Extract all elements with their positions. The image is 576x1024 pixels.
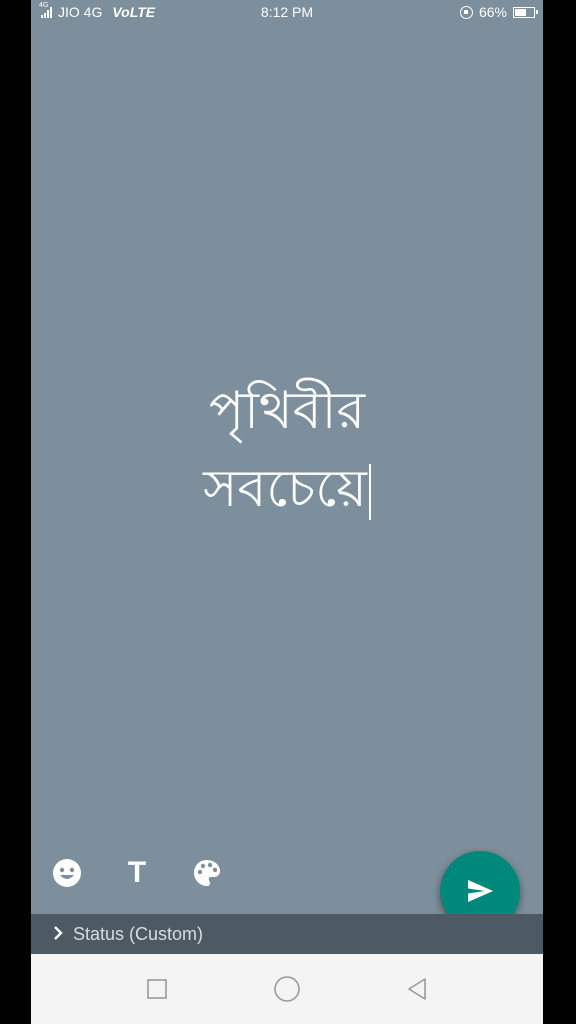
text-line-2: সবচেয়ে xyxy=(31,450,543,528)
chevron-right-icon xyxy=(53,924,63,945)
composer-toolbar: T xyxy=(49,855,225,891)
back-icon[interactable] xyxy=(402,974,432,1004)
text-cursor xyxy=(368,464,371,520)
status-composer-screen: 4G JIO 4G VoLTE 8:12 PM 66% পৃথিবীর সবচে… xyxy=(31,0,543,1024)
battery-percent: 66% xyxy=(478,4,507,20)
send-icon xyxy=(468,880,493,902)
system-status-bar: 4G JIO 4G VoLTE 8:12 PM 66% xyxy=(31,0,543,24)
recents-icon[interactable] xyxy=(142,974,172,1004)
emoji-icon[interactable] xyxy=(49,855,85,891)
battery-indicators: 66% xyxy=(459,4,538,20)
home-icon[interactable] xyxy=(272,974,302,1004)
text-line-1: পৃথিবীর xyxy=(208,381,366,441)
audience-selector[interactable]: Status (Custom) xyxy=(31,914,543,954)
battery-icon xyxy=(513,6,538,18)
status-text-input[interactable]: পৃথিবীর সবচেয়ে xyxy=(31,372,543,528)
text-style-button[interactable]: T xyxy=(119,855,155,891)
rotation-lock-icon xyxy=(459,5,473,19)
system-navigation-bar xyxy=(31,954,543,1024)
palette-icon[interactable] xyxy=(189,855,225,891)
text-line-2-content: সবচেয়ে xyxy=(203,459,367,519)
audience-label: Status (Custom) xyxy=(73,923,204,944)
